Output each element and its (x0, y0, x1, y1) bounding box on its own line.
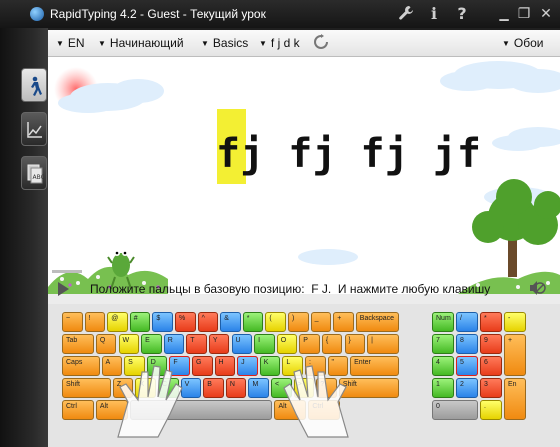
key-): ) (288, 312, 309, 332)
dropdown-arrow-icon: ▼ (259, 39, 267, 48)
numpad-key-3: 3 (480, 378, 502, 398)
key-$: $ (152, 312, 173, 332)
restore-icon[interactable]: ❐ (514, 4, 534, 24)
dropdown-arrow-icon: ▼ (56, 39, 64, 48)
lesson-dropdown[interactable]: ▼ f j d k (259, 36, 300, 50)
language-dropdown[interactable]: ▼ EN (56, 36, 85, 50)
dropdown-arrow-icon: ▼ (201, 39, 209, 48)
mute-icon[interactable] (528, 279, 546, 300)
chart-icon (27, 122, 42, 138)
dropdown-arrow-icon: ▼ (98, 39, 106, 48)
status-message: Положите пальцы в базовую позицию: F J. … (90, 282, 491, 296)
title-bar[interactable]: RapidTyping 4.2 - Guest - Текущий урок i… (0, 0, 560, 28)
sidebar-item-lesson[interactable] (21, 68, 47, 102)
help-icon[interactable]: ? (452, 4, 472, 24)
key-caps: Caps (62, 356, 100, 376)
numpad-key-*: * (480, 312, 502, 332)
key-tab: Tab (62, 334, 94, 354)
key-|: | (367, 334, 399, 354)
walking-man-icon (31, 76, 42, 96)
key-backspace: Backspace (355, 312, 399, 332)
numpad-key-7: 7 (432, 334, 454, 354)
sidebar-item-statistics[interactable] (21, 112, 47, 146)
key-&: & (220, 312, 241, 332)
numpad-key-1: 1 (432, 378, 454, 398)
numpad-key-5: 5 (456, 356, 478, 376)
app-window: RapidTyping 4.2 - Guest - Текущий урок i… (0, 0, 560, 447)
key-#: # (129, 312, 151, 332)
level-dropdown[interactable]: ▼ Начинающий (98, 36, 184, 50)
refresh-icon[interactable] (314, 34, 328, 53)
numpad-key-.: . (480, 400, 502, 420)
numpad-key-en: En (504, 378, 526, 420)
toolbar: ▼ EN ▼ Начинающий ▼ Basics ▼ f j d k ▼ Обои (48, 30, 560, 57)
dropdown-arrow-icon: ▼ (502, 39, 510, 48)
numpad-key-8: 8 (456, 334, 478, 354)
svg-text:ABC: ABC (33, 174, 45, 181)
key-%: % (175, 312, 196, 332)
lesson-scene: fj fj fj jf (48, 57, 560, 294)
info-icon[interactable]: i (424, 4, 444, 24)
app-logo-icon (30, 7, 44, 21)
numpad-key-2: 2 (456, 378, 478, 398)
lesson-text: fj fj fj jf (216, 131, 481, 177)
sidebar: ABC (0, 28, 48, 447)
close-icon[interactable]: ✕ (536, 4, 556, 24)
key-*: * (242, 312, 264, 332)
sidebar-item-editor[interactable]: ABC (21, 156, 47, 190)
numpad-key-/: / (456, 312, 478, 332)
key-~: ~ (62, 312, 83, 332)
key-!: ! (84, 312, 106, 332)
play-icon[interactable] (58, 282, 69, 296)
key-ctrl: Ctrl (62, 400, 94, 420)
minimize-icon[interactable]: ▁ (494, 4, 514, 24)
key-+: + (333, 312, 354, 332)
key-^: ^ (197, 312, 219, 332)
key-_: _ (310, 312, 332, 332)
wallpaper-dropdown[interactable]: ▼ Обои (502, 36, 544, 50)
key-shift: Shift (62, 378, 111, 398)
numpad-key-0: 0 (432, 400, 478, 420)
numpad-key--: - (504, 312, 526, 332)
key-(: ( (265, 312, 286, 332)
numpad-key-+: + (504, 334, 526, 376)
lesson-progress-bar (52, 270, 82, 273)
numpad-key-6: 6 (480, 356, 502, 376)
numpad-key-9: 9 (480, 334, 502, 354)
main-panel: ▼ EN ▼ Начинающий ▼ Basics ▼ f j d k ▼ Обои (48, 30, 560, 447)
course-dropdown[interactable]: ▼ Basics (201, 36, 248, 50)
numpad-key-num: Num (432, 312, 454, 332)
window-title: RapidTyping 4.2 - Guest - Текущий урок (50, 7, 266, 21)
abc-document-icon: ABC (27, 164, 45, 184)
hands-overlay-icon (117, 365, 349, 438)
numpad-key-4: 4 (432, 356, 454, 376)
key-@: @ (107, 312, 128, 332)
status-bar: Положите пальцы в базовую позицию: F J. … (48, 274, 560, 302)
wrench-icon[interactable] (396, 4, 416, 24)
